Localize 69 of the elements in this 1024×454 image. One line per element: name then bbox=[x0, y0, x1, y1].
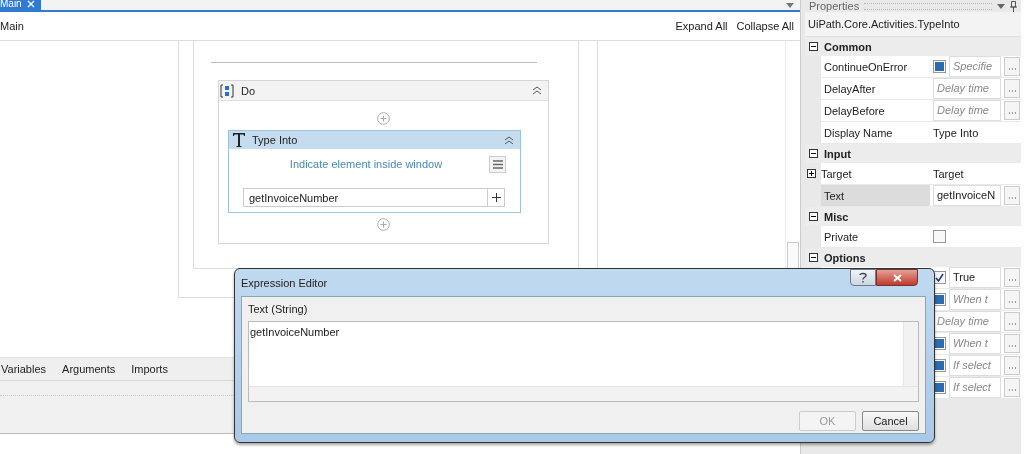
add-button[interactable] bbox=[488, 188, 505, 207]
property-label: Private bbox=[824, 230, 859, 243]
property-label: Text bbox=[824, 189, 845, 202]
document-tab[interactable]: Main bbox=[0, 0, 41, 10]
value-field[interactable]: getInvoiceN bbox=[933, 185, 1001, 206]
dialog-title: Expression Editor bbox=[241, 276, 328, 289]
property-value: Target bbox=[933, 167, 964, 180]
property-row[interactable]: DelayBefore Delay time bbox=[821, 100, 1021, 121]
value-field[interactable]: If select bbox=[949, 355, 1001, 376]
checkmark-icon bbox=[935, 273, 944, 282]
menu-button[interactable] bbox=[489, 155, 506, 173]
category-title: Options bbox=[824, 251, 866, 264]
category-title: Input bbox=[824, 147, 851, 160]
activity-title: Type Into bbox=[252, 134, 298, 146]
value-field[interactable]: If select bbox=[949, 377, 1001, 398]
value-field[interactable]: Delay time bbox=[933, 100, 1001, 121]
checkbox[interactable] bbox=[933, 230, 946, 243]
collapse-icon[interactable] bbox=[809, 212, 818, 221]
type-name: UiPath.Core.Activities.TypeInto bbox=[805, 12, 1021, 37]
dropdown-icon[interactable] bbox=[786, 3, 794, 8]
close-icon[interactable] bbox=[26, 0, 35, 8]
value-field[interactable]: Specifie bbox=[949, 56, 1001, 77]
property-value: Type Into bbox=[933, 126, 979, 139]
property-row[interactable]: Display Name Type Into bbox=[821, 122, 1021, 143]
panel-tab[interactable]: Imports bbox=[131, 363, 168, 375]
dropdown-icon[interactable] bbox=[997, 3, 1005, 9]
field-label: Text (String) bbox=[248, 303, 309, 315]
expression-field[interactable]: getInvoiceNumber bbox=[248, 321, 919, 402]
property-label: DelayAfter bbox=[824, 82, 876, 95]
toolbar-link[interactable]: Collapse All bbox=[736, 20, 794, 32]
category-title: Common bbox=[824, 40, 872, 53]
property-label: Display Name bbox=[824, 126, 893, 139]
value-field[interactable]: Delay time bbox=[933, 311, 1001, 332]
close-icon bbox=[892, 273, 902, 282]
panel-tab[interactable]: Arguments bbox=[62, 363, 116, 375]
collapse-icon[interactable] bbox=[809, 149, 818, 158]
sequence-icon bbox=[220, 83, 234, 98]
help-icon bbox=[859, 272, 867, 283]
value-field[interactable]: When t bbox=[949, 333, 1001, 354]
property-label: Target bbox=[821, 167, 852, 180]
panel-tab[interactable]: Variables bbox=[1, 363, 47, 375]
text-field[interactable]: getInvoiceNumber bbox=[243, 188, 488, 207]
breadcrumb[interactable]: Main bbox=[0, 20, 24, 32]
value-field[interactable]: When t bbox=[949, 289, 1001, 310]
property-label: DelayBefore bbox=[824, 104, 885, 117]
property-row[interactable]: Private bbox=[821, 226, 1021, 247]
value-field[interactable]: Delay time bbox=[933, 78, 1001, 99]
category-title: Misc bbox=[824, 210, 849, 223]
expand-icon[interactable] bbox=[807, 169, 816, 178]
text-icon bbox=[232, 132, 246, 148]
help-button[interactable] bbox=[850, 269, 876, 286]
collapse-icon[interactable] bbox=[809, 42, 818, 51]
indicate-link[interactable]: Indicate element inside window bbox=[243, 158, 489, 170]
drag-grip[interactable] bbox=[864, 2, 992, 10]
panel-title: Properties bbox=[809, 0, 860, 12]
pin-icon[interactable] bbox=[1010, 0, 1017, 12]
scrollbar-thumb[interactable] bbox=[787, 242, 799, 269]
dialog-button[interactable]: Cancel bbox=[862, 411, 919, 431]
value-field[interactable]: True bbox=[949, 267, 1001, 288]
property-row[interactable]: Text getInvoiceN bbox=[821, 185, 1021, 206]
menu-icon bbox=[492, 159, 503, 169]
property-row[interactable]: ContinueOnError Specifie bbox=[821, 56, 1021, 77]
plus-icon bbox=[491, 193, 501, 202]
container-title: Do bbox=[241, 84, 256, 97]
toolbar-link[interactable]: Expand All bbox=[675, 20, 728, 32]
close-button[interactable] bbox=[876, 269, 918, 286]
property-row[interactable]: DelayAfter Delay time bbox=[821, 78, 1021, 99]
property-label: ContinueOnError bbox=[824, 60, 908, 73]
collapse-icon[interactable] bbox=[809, 253, 818, 262]
